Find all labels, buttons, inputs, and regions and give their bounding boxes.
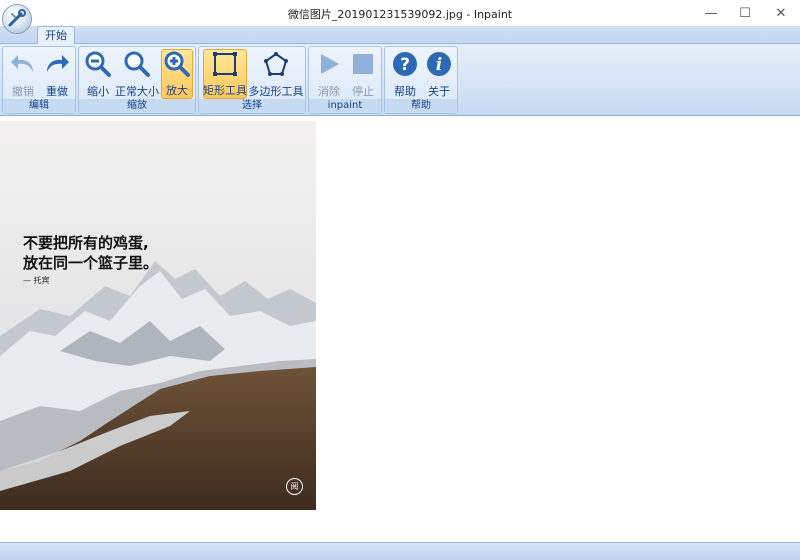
group-zoom: 缩小 正常大小 放大 缩放 [78, 46, 196, 114]
play-icon [314, 49, 344, 79]
group-help-label: 帮助 [385, 99, 457, 113]
zoom-in-icon [162, 50, 192, 78]
group-inpaint-label: inpaint [309, 99, 381, 113]
ribbon-tab-strip: 开始 [0, 26, 800, 45]
watermark-stamp: 阅 [286, 478, 303, 495]
stop-label: 停止 [352, 85, 374, 98]
app-logo-icon [8, 9, 26, 27]
loaded-image[interactable]: 不要把所有的鸡蛋, 放在同一个篮子里。 — 托宾 阅 [0, 121, 316, 510]
rect-tool-button[interactable]: 矩形工具 [203, 49, 247, 99]
app-menu-button[interactable] [2, 4, 32, 34]
inpaint-window: 微信图片_20190123153909​2.jpg - Inpaint — ☐ … [0, 0, 800, 560]
redo-button[interactable]: 重做 [41, 49, 73, 99]
polygon-tool-button[interactable]: 多边形工具 [248, 49, 304, 99]
help-button[interactable]: ? 帮助 [389, 49, 421, 99]
zoom-out-button[interactable]: 缩小 [83, 49, 113, 99]
group-select: 矩形工具 多边形工具 选择 [198, 46, 306, 114]
group-edit-label: 编辑 [3, 99, 75, 113]
polygon-tool-label: 多边形工具 [248, 85, 304, 98]
redo-label: 重做 [46, 85, 68, 98]
status-bar [0, 542, 800, 560]
normal-size-label: 正常大小 [115, 85, 159, 98]
zoom-in-button[interactable]: 放大 [161, 49, 193, 99]
zoom-normal-icon [122, 49, 152, 79]
group-inpaint: 消除 停止 inpaint [308, 46, 382, 114]
stop-icon [348, 49, 378, 79]
about-label: 关于 [428, 85, 450, 98]
zoom-out-icon [83, 49, 113, 79]
help-label: 帮助 [394, 85, 416, 98]
minimize-button[interactable]: — [694, 0, 728, 26]
redo-icon [42, 49, 72, 79]
group-help: ? 帮助 i 关于 帮助 [384, 46, 458, 114]
window-title: 微信图片_20190123153909​2.jpg - Inpaint [287, 8, 513, 21]
svg-text:i: i [436, 55, 442, 75]
polygon-select-icon [261, 49, 291, 79]
zoom-in-label: 放大 [166, 84, 188, 97]
undo-label: 撤销 [12, 85, 34, 98]
stop-button[interactable]: 停止 [347, 49, 379, 99]
undo-icon [8, 49, 38, 79]
mountain-photo [0, 121, 316, 510]
zoom-out-label: 缩小 [87, 85, 109, 98]
image-canvas[interactable]: 不要把所有的鸡蛋, 放在同一个篮子里。 — 托宾 阅 [0, 117, 800, 542]
about-button[interactable]: i 关于 [423, 49, 455, 99]
close-button[interactable]: ✕ [764, 0, 798, 26]
ribbon: 撤销 重做 编辑 缩小 正常大小 放大 缩放 矩形工具 多边形工具 选择 消除 … [0, 44, 800, 116]
rect-tool-label: 矩形工具 [203, 84, 247, 97]
quote-author: — 托宾 [23, 276, 50, 285]
info-icon: i [424, 49, 454, 79]
title-bar: 微信图片_20190123153909​2.jpg - Inpaint — ☐ … [0, 0, 800, 26]
quote-line-2: 放在同一个篮子里。 [23, 254, 159, 272]
erase-button[interactable]: 消除 [313, 49, 345, 99]
svg-text:?: ? [400, 55, 410, 75]
tab-home[interactable]: 开始 [37, 26, 75, 45]
normal-size-button[interactable]: 正常大小 [115, 49, 159, 99]
maximize-button[interactable]: ☐ [728, 0, 762, 26]
group-select-label: 选择 [199, 99, 305, 113]
image-quote: 不要把所有的鸡蛋, 放在同一个篮子里。 [23, 233, 158, 273]
rectangle-select-icon [210, 50, 240, 78]
help-icon: ? [390, 49, 420, 79]
quote-line-1: 不要把所有的鸡蛋, [23, 234, 149, 252]
group-zoom-label: 缩放 [79, 99, 195, 113]
erase-label: 消除 [318, 85, 340, 98]
undo-button[interactable]: 撤销 [7, 49, 39, 99]
group-edit: 撤销 重做 编辑 [2, 46, 76, 114]
